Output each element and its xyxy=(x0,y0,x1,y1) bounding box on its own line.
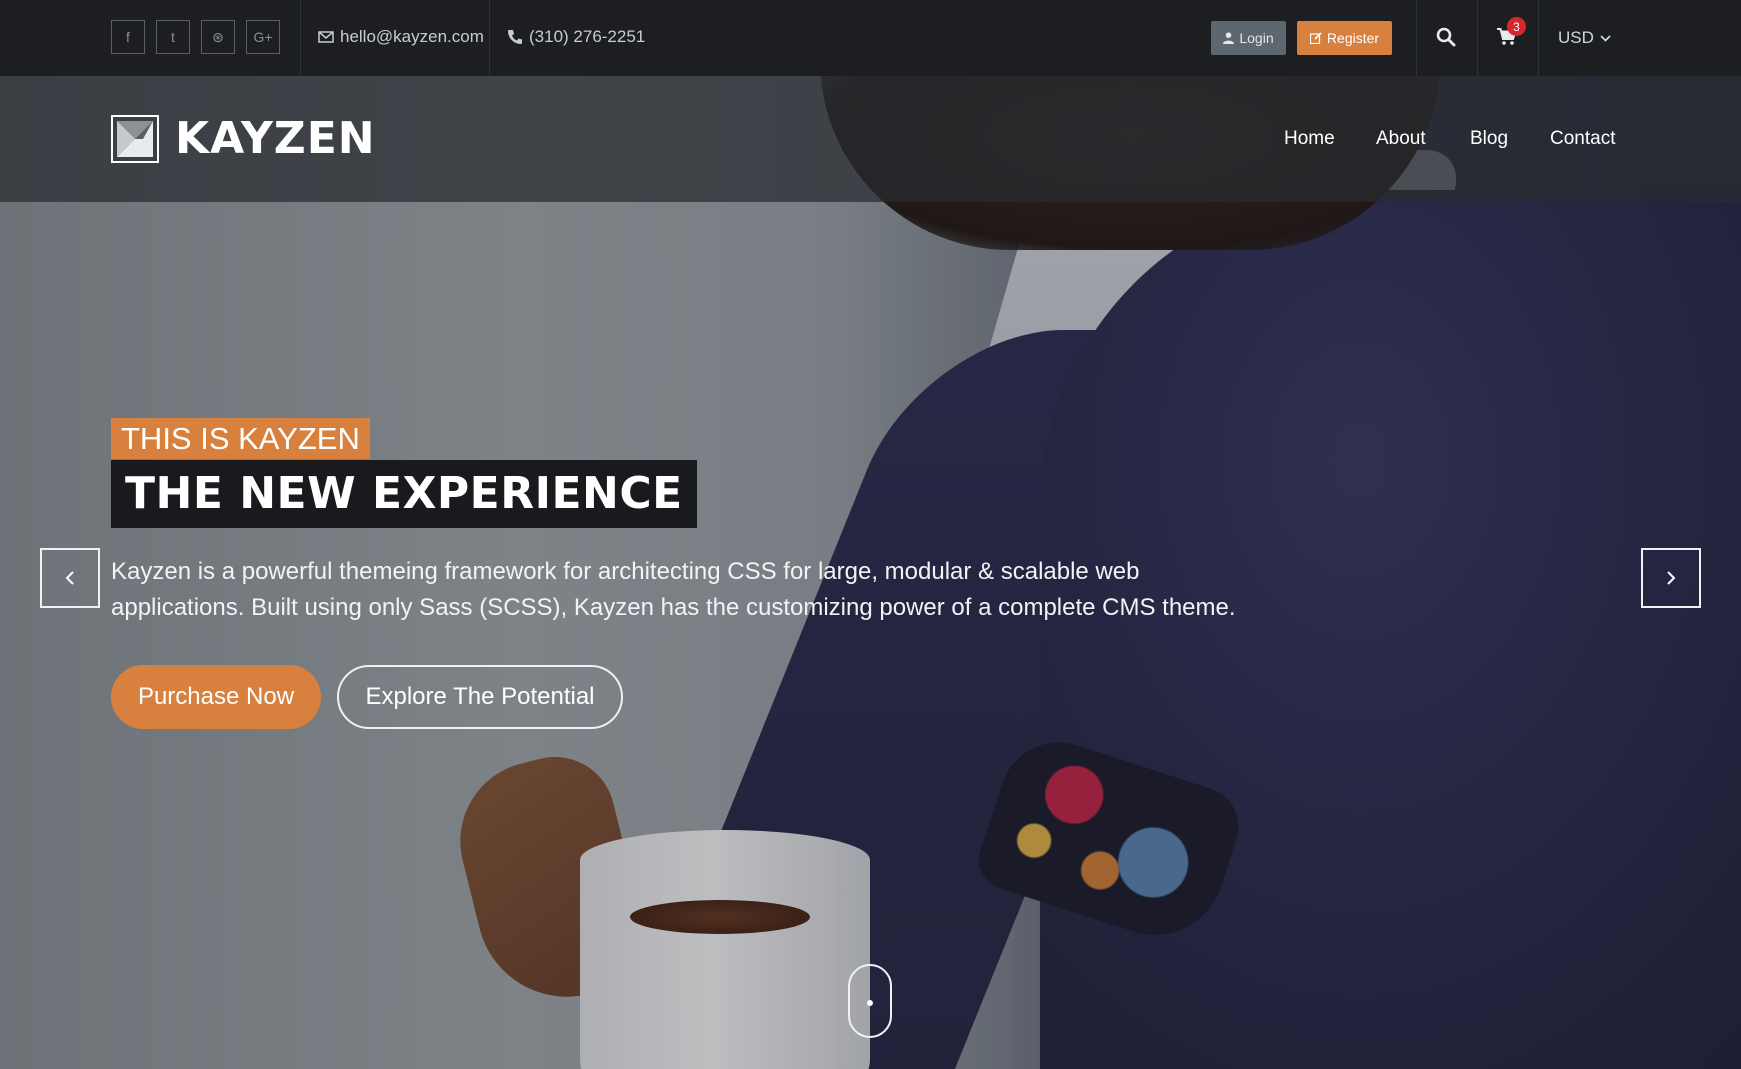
dribbble-icon[interactable]: ⊛ xyxy=(201,20,235,54)
login-button[interactable]: Login xyxy=(1211,21,1286,55)
login-label: Login xyxy=(1239,30,1274,46)
topbar-divider xyxy=(1477,0,1478,76)
scroll-dot-icon xyxy=(867,1000,873,1006)
phone-link[interactable]: (310) 276-2251 xyxy=(507,27,645,47)
chevron-down-icon xyxy=(1600,34,1611,42)
google-plus-icon[interactable]: G+ xyxy=(246,20,280,54)
topbar-divider xyxy=(1416,0,1417,76)
hero-description: Kayzen is a powerful themeing framework … xyxy=(111,558,1236,621)
scroll-down-indicator[interactable] xyxy=(848,964,892,1038)
register-button[interactable]: Register xyxy=(1297,21,1392,55)
topbar-divider xyxy=(489,0,490,76)
logo-mark-icon xyxy=(111,115,159,163)
nav-item-home[interactable]: Home xyxy=(1284,128,1335,150)
cart-count-badge: 3 xyxy=(1507,17,1526,36)
social-links: f t ⊛ G+ xyxy=(111,20,280,54)
brand-name: KAYZEN xyxy=(175,113,376,164)
email-link[interactable]: hello@kayzen.com xyxy=(318,27,484,47)
currency-selector[interactable]: USD xyxy=(1558,28,1611,48)
envelope-icon xyxy=(318,31,334,43)
slider-prev-button[interactable] xyxy=(40,548,100,608)
topbar-divider xyxy=(1538,0,1539,76)
purchase-now-button[interactable]: Purchase Now xyxy=(111,665,321,729)
currency-label: USD xyxy=(1558,28,1594,47)
explore-potential-button[interactable]: Explore The Potential xyxy=(337,665,623,729)
page: f t ⊛ G+ hello@kayzen.com (310) 276-2251… xyxy=(0,0,1741,1069)
facebook-icon[interactable]: f xyxy=(111,20,145,54)
phone-icon xyxy=(508,30,522,44)
register-label: Register xyxy=(1326,30,1380,46)
chevron-right-icon xyxy=(1667,571,1676,585)
nav-item-contact[interactable]: Contact xyxy=(1550,128,1615,150)
nav-item-about[interactable]: About xyxy=(1376,128,1426,150)
email-text: hello@kayzen.com xyxy=(340,27,484,46)
chevron-left-icon xyxy=(65,571,74,585)
top-bar: f t ⊛ G+ hello@kayzen.com (310) 276-2251… xyxy=(0,0,1741,76)
brand-logo[interactable]: KAYZEN xyxy=(111,115,376,163)
topbar-divider xyxy=(300,0,301,76)
nav-item-blog[interactable]: Blog xyxy=(1470,128,1508,150)
main-navbar: KAYZEN Home About Blog Contact xyxy=(0,76,1741,202)
phone-text: (310) 276-2251 xyxy=(529,27,646,46)
hero-headline: THE NEW EXPERIENCE xyxy=(111,460,697,528)
search-icon[interactable] xyxy=(1433,24,1459,50)
hero-eyebrow: THIS IS KAYZEN xyxy=(111,418,370,459)
edit-icon xyxy=(1309,32,1322,44)
user-icon xyxy=(1223,32,1235,44)
twitter-icon[interactable]: t xyxy=(156,20,190,54)
slider-next-button[interactable] xyxy=(1641,548,1701,608)
